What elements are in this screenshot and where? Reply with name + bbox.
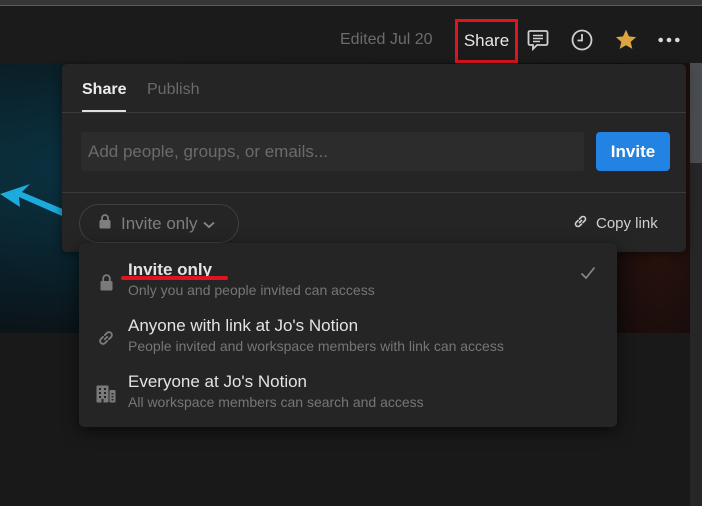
tab-share[interactable]: Share xyxy=(82,81,126,99)
option-description: Only you and people invited can access xyxy=(128,282,375,298)
share-panel: Share Publish Invite Invite only Copy li… xyxy=(62,64,686,252)
access-level-label: Invite only xyxy=(121,213,198,233)
option-title: Anyone with link at Jo's Notion xyxy=(128,316,359,335)
scrollbar-thumb[interactable] xyxy=(690,63,702,163)
link-icon xyxy=(96,328,116,348)
chevron-down-icon xyxy=(202,214,215,234)
option-everyone-in-workspace[interactable]: Everyone at Jo's Notion All workspace me… xyxy=(79,372,617,424)
star-icon[interactable] xyxy=(614,28,638,52)
share-button[interactable]: Share xyxy=(455,19,518,63)
comment-icon[interactable] xyxy=(526,28,550,52)
highlight-underline-annotation xyxy=(121,276,228,280)
cover-arrow-graphic xyxy=(0,184,65,216)
notion-page: Edited Jul 20 Share Share Publish Invite xyxy=(0,0,702,506)
edited-timestamp: Edited Jul 20 xyxy=(340,31,433,48)
option-description: All workspace members can search and acc… xyxy=(128,394,424,410)
option-description: People invited and workspace members wit… xyxy=(128,338,504,354)
page-topbar: Edited Jul 20 Share xyxy=(0,6,702,63)
link-icon xyxy=(572,213,589,234)
lock-icon xyxy=(96,272,116,292)
copy-link-button[interactable]: Copy link xyxy=(572,213,658,234)
invite-button[interactable]: Invite xyxy=(596,132,670,171)
option-anyone-with-link[interactable]: Anyone with link at Jo's Notion People i… xyxy=(79,316,617,368)
more-icon[interactable] xyxy=(657,28,681,52)
invite-people-input[interactable] xyxy=(81,132,584,171)
copy-link-label: Copy link xyxy=(596,215,658,232)
access-level-dropdown: Invite only Only you and people invited … xyxy=(79,243,617,427)
access-level-selector[interactable]: Invite only xyxy=(79,204,239,243)
building-icon xyxy=(96,384,116,404)
tab-publish[interactable]: Publish xyxy=(147,81,199,99)
divider xyxy=(62,192,686,193)
active-tab-indicator xyxy=(82,110,126,112)
option-title: Everyone at Jo's Notion xyxy=(128,372,308,391)
checkmark-icon xyxy=(580,266,596,285)
lock-icon xyxy=(99,213,111,234)
clock-icon[interactable] xyxy=(570,28,594,52)
share-tabs: Share Publish xyxy=(62,64,686,113)
option-invite-only[interactable]: Invite only Only you and people invited … xyxy=(79,260,617,312)
